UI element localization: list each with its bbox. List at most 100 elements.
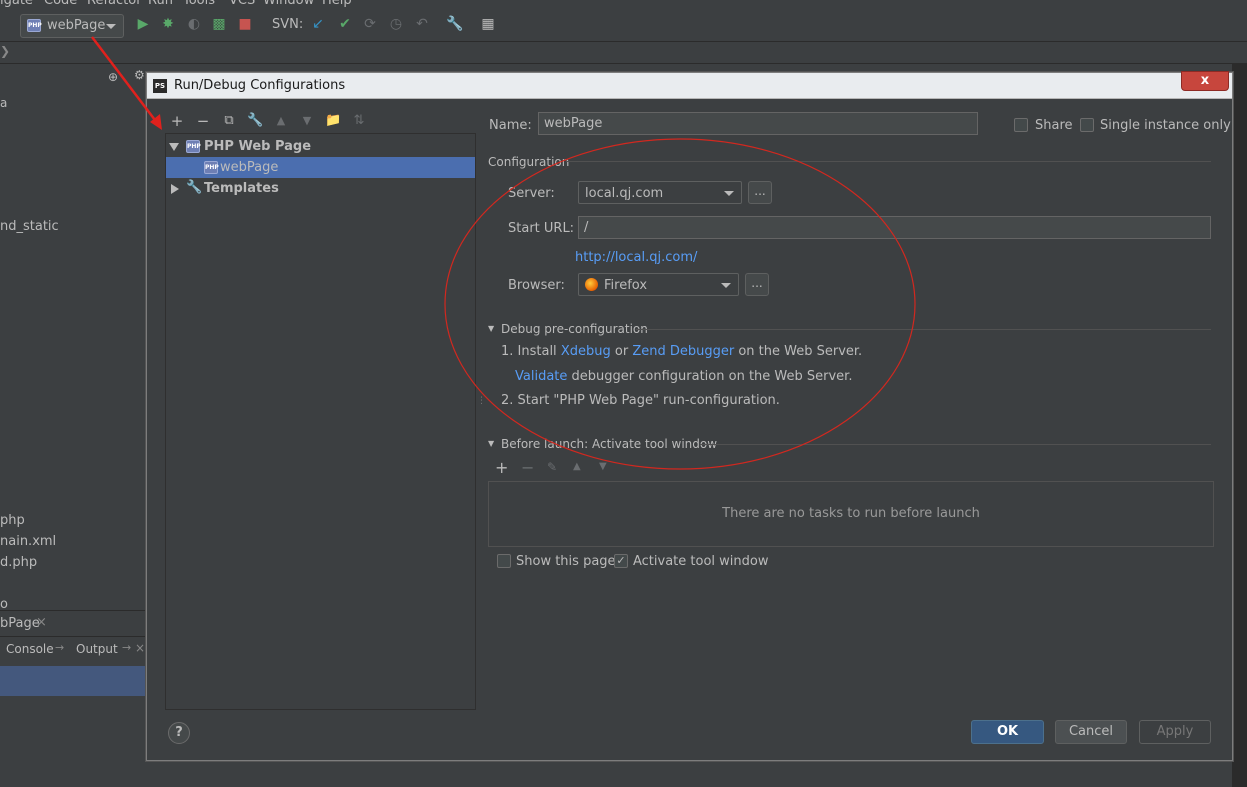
update-icon[interactable]: ↙ <box>310 16 326 32</box>
menu-tools[interactable]: Tools <box>183 0 215 8</box>
file-item[interactable]: nain.xml <box>0 534 56 549</box>
close-icon[interactable]: × <box>135 641 145 655</box>
browser-browse-button[interactable]: ... <box>745 273 769 296</box>
menu-vcs[interactable]: VCS <box>229 0 255 8</box>
firefox-icon <box>585 278 598 291</box>
dialog-title: Run/Debug Configurations <box>174 78 346 93</box>
menu-window[interactable]: Window <box>263 0 314 8</box>
tree-templates-label: Templates <box>204 181 279 196</box>
menu-help[interactable]: Help <box>322 0 352 8</box>
history-icon[interactable]: ◷ <box>388 16 404 32</box>
folder-add-icon[interactable]: 📁 <box>325 113 341 129</box>
collapse-arrow-icon[interactable]: ▼ <box>488 324 494 333</box>
stop-icon[interactable]: ■ <box>237 16 253 32</box>
name-field[interactable]: webPage <box>538 112 978 135</box>
file-item-partial[interactable]: a <box>0 96 7 110</box>
structure-icon[interactable]: ▦ <box>480 16 496 32</box>
file-item[interactable]: d.php <box>0 555 37 570</box>
single-instance-checkbox[interactable] <box>1080 118 1094 132</box>
single-instance-label: Single instance only <box>1100 118 1231 133</box>
browser-label: Browser: <box>508 278 565 293</box>
output-tab[interactable]: Output <box>76 642 118 656</box>
tree-item-label: webPage <box>220 160 279 175</box>
move-down-icon[interactable]: ▼ <box>299 113 315 129</box>
php-file-icon: PHP <box>27 19 42 32</box>
remove-task-icon[interactable]: − <box>521 458 534 477</box>
tree-item-webpage[interactable]: PHP webPage <box>166 157 475 178</box>
run-config-selector[interactable]: PHP webPage <box>20 14 124 38</box>
splitter-handle[interactable]: ⋮ <box>477 397 486 406</box>
xdebug-link[interactable]: Xdebug <box>561 344 611 359</box>
tree-group-label: PHP Web Page <box>204 139 312 154</box>
navigation-bar: ❯ <box>0 42 1247 64</box>
server-browse-button[interactable]: ... <box>748 181 772 204</box>
cancel-button[interactable]: Cancel <box>1055 720 1127 744</box>
activate-tool-window-label: Activate tool window <box>633 554 769 569</box>
activate-tool-window-checkbox[interactable]: ✓ <box>614 554 628 568</box>
copy-icon[interactable]: ⧉ <box>221 113 237 129</box>
start-url-label: Start URL: <box>508 221 575 236</box>
server-value: local.qj.com <box>585 186 664 201</box>
coverage-icon[interactable]: ◐ <box>186 16 202 32</box>
run-icon[interactable]: ▶ <box>135 16 151 32</box>
move-up-icon[interactable]: ▲ <box>573 461 581 472</box>
ok-button[interactable]: OK <box>971 720 1044 744</box>
revert-icon[interactable]: ↶ <box>414 16 430 32</box>
main-toolbar: PHP webPage ▶ ✸ ◐ ▩ ■ SVN: ↙ ✔ ⟳ ◷ ↶ 🔧 ▦ <box>0 8 1247 42</box>
add-task-icon[interactable]: + <box>495 458 508 477</box>
close-button[interactable]: x <box>1181 71 1229 91</box>
browser-select[interactable]: Firefox <box>578 273 739 296</box>
name-label: Name: <box>489 118 532 133</box>
run-config-label: webPage <box>47 18 106 33</box>
edit-task-icon[interactable]: ✎ <box>547 460 557 474</box>
divider <box>700 444 1211 445</box>
compare-icon[interactable]: ⟳ <box>362 16 378 32</box>
url-preview-link[interactable]: http://local.qj.com/ <box>575 250 697 265</box>
chevron-right-icon[interactable]: ❯ <box>0 44 10 58</box>
tree-group-templates[interactable]: 🔧 Templates <box>166 178 475 199</box>
menu-navigate[interactable]: igate <box>0 0 33 8</box>
collapse-icon[interactable] <box>171 184 179 194</box>
editor-edge <box>1232 64 1247 787</box>
share-label: Share <box>1035 118 1073 133</box>
remove-icon[interactable]: − <box>195 113 211 129</box>
server-select[interactable]: local.qj.com <box>578 181 742 204</box>
dialog-titlebar: PS Run/Debug Configurations <box>147 73 1232 99</box>
chevron-down-icon <box>721 283 731 288</box>
commit-icon[interactable]: ✔ <box>337 16 353 32</box>
divider <box>0 636 148 637</box>
tree-group-php-web-page[interactable]: PHP PHP Web Page <box>166 136 475 157</box>
run-tab[interactable]: bPage <box>0 616 40 631</box>
pin-icon[interactable]: → <box>122 641 131 654</box>
show-page-checkbox[interactable] <box>497 554 511 568</box>
collapse-arrow-icon[interactable]: ▼ <box>488 439 494 448</box>
add-icon[interactable]: + <box>169 113 185 129</box>
wrench-icon[interactable]: 🔧 <box>247 113 263 129</box>
divider <box>566 161 1211 162</box>
close-icon[interactable]: × <box>36 615 47 630</box>
validate-suffix: debugger configuration on the Web Server… <box>571 369 853 384</box>
apply-button[interactable]: Apply <box>1139 720 1211 744</box>
menu-run[interactable]: Run <box>148 0 173 8</box>
console-tab[interactable]: Console <box>6 642 54 656</box>
file-item[interactable]: nd_static <box>0 219 59 234</box>
target-icon[interactable]: ⊕ <box>108 70 118 84</box>
menu-code[interactable]: Code <box>44 0 77 8</box>
wrench-icon[interactable]: 🔧 <box>446 16 463 32</box>
debug-icon[interactable]: ✸ <box>160 16 176 32</box>
move-up-icon[interactable]: ▲ <box>273 113 289 129</box>
help-button[interactable]: ? <box>168 722 190 744</box>
share-checkbox[interactable] <box>1014 118 1028 132</box>
validate-link[interactable]: Validate <box>515 369 567 384</box>
sort-icon[interactable]: ⇅ <box>351 113 367 129</box>
file-item[interactable]: php <box>0 513 25 528</box>
expand-icon[interactable] <box>169 143 179 151</box>
zend-debugger-link[interactable]: Zend Debugger <box>632 344 734 359</box>
before-launch-task-list[interactable]: There are no tasks to run before launch <box>488 481 1214 547</box>
menu-refactor[interactable]: Refactor <box>87 0 142 8</box>
start-url-field[interactable]: / <box>578 216 1211 239</box>
move-down-icon[interactable]: ▼ <box>599 461 607 472</box>
pin-icon[interactable]: → <box>55 641 64 654</box>
profile-icon[interactable]: ▩ <box>211 16 227 32</box>
settings-icon[interactable]: ⚙ <box>134 68 145 82</box>
